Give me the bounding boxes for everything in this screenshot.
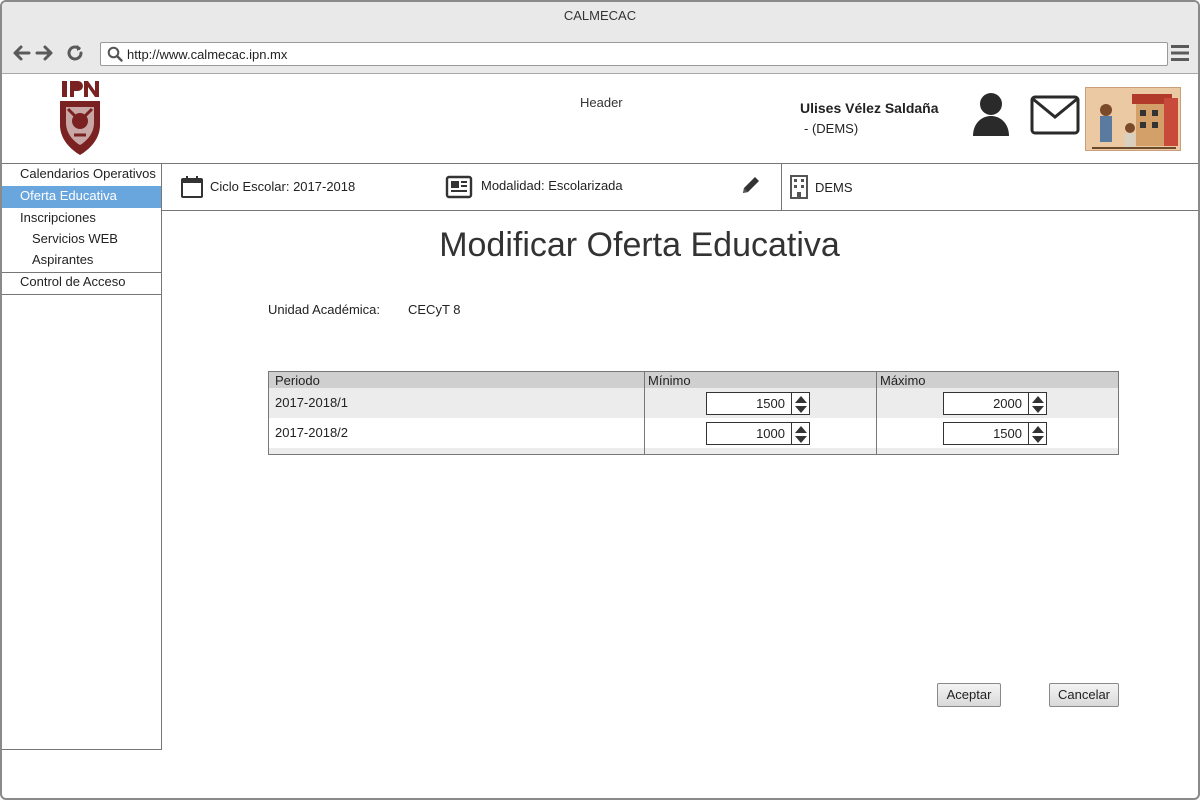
browser-window: CALMECAC Header Ulises Vélez Saldaña - <box>0 0 1200 800</box>
context-bar: Ciclo Escolar: 2017-2018 Modalidad: Esco… <box>162 164 1198 211</box>
page-header: Header Ulises Vélez Saldaña - (DEMS) <box>2 75 1198 164</box>
unidad-academica-label: Unidad Académica: <box>268 302 381 317</box>
page-title: Modificar Oferta Educativa <box>439 226 840 264</box>
user-icon[interactable] <box>970 91 1012 137</box>
arrow-left-icon[interactable] <box>10 42 32 64</box>
search-icon <box>107 46 123 62</box>
ipn-logo <box>60 81 100 155</box>
table-header: Periodo Mínimo Máximo <box>269 372 1118 388</box>
column-divider <box>644 372 645 454</box>
user-name: Ulises Vélez Saldaña <box>800 100 939 116</box>
maximo-stepper[interactable] <box>943 422 1047 445</box>
sidebar-item-control-de-acceso[interactable]: Control de Acceso <box>2 272 161 294</box>
table-row: 2017-2018/1 <box>269 388 1118 418</box>
sidebar-item-aspirantes[interactable]: Aspirantes <box>2 250 161 272</box>
dependencia: DEMS <box>815 180 853 195</box>
stepper-arrows-icon[interactable] <box>792 392 810 415</box>
mail-icon[interactable] <box>1030 95 1080 135</box>
codex-image <box>1085 87 1181 151</box>
hamburger-menu-icon[interactable] <box>1170 44 1190 62</box>
column-header-minimo: Mínimo <box>648 373 691 388</box>
ciclo-escolar: Ciclo Escolar: 2017-2018 <box>210 179 356 194</box>
column-header-maximo: Máximo <box>880 373 926 388</box>
header-placeholder: Header <box>580 95 623 110</box>
window-title: CALMECAC <box>2 2 1198 32</box>
pencil-icon[interactable] <box>740 174 762 196</box>
minimo-stepper[interactable] <box>706 422 810 445</box>
column-header-periodo: Periodo <box>275 373 320 388</box>
maximo-input[interactable] <box>943 392 1029 415</box>
column-divider <box>876 372 877 454</box>
table-row-empty <box>269 448 1118 454</box>
maximo-stepper[interactable] <box>943 392 1047 415</box>
sidebar-divider <box>2 294 161 295</box>
sidebar-item-servicios-web[interactable]: Servicios WEB <box>2 229 161 251</box>
accept-button[interactable]: Aceptar <box>937 683 1001 707</box>
infobar-divider <box>781 164 782 211</box>
newspaper-icon <box>445 175 473 199</box>
table-row: 2017-2018/2 <box>269 418 1118 448</box>
unidad-academica-value: CECyT 8 <box>408 302 461 317</box>
cancel-button[interactable]: Cancelar <box>1049 683 1119 707</box>
url-input[interactable] <box>127 45 1157 63</box>
minimo-stepper[interactable] <box>706 392 810 415</box>
calendar-icon <box>181 176 203 198</box>
url-bar[interactable] <box>100 42 1168 66</box>
arrow-right-icon[interactable] <box>34 42 56 64</box>
stepper-arrows-icon[interactable] <box>792 422 810 445</box>
minimo-input[interactable] <box>706 422 792 445</box>
sidebar-item-oferta-educativa[interactable]: Oferta Educativa <box>2 186 161 208</box>
user-dept: - (DEMS) <box>804 121 859 136</box>
reload-icon[interactable] <box>64 42 86 64</box>
browser-toolbar <box>2 32 1198 74</box>
stepper-arrows-icon[interactable] <box>1029 422 1047 445</box>
oferta-table: Periodo Mínimo Máximo 2017-2018/1 2017-2… <box>268 371 1119 455</box>
stepper-arrows-icon[interactable] <box>1029 392 1047 415</box>
minimo-input[interactable] <box>706 392 792 415</box>
sidebar-nav: Calendarios Operativos Oferta Educativa … <box>2 164 162 750</box>
periodo-cell: 2017-2018/2 <box>275 425 349 440</box>
periodo-cell: 2017-2018/1 <box>275 395 349 410</box>
building-icon <box>790 175 808 199</box>
modalidad: Modalidad: Escolarizada <box>481 178 623 193</box>
sidebar-item-inscripciones[interactable]: Inscripciones <box>2 208 161 230</box>
maximo-input[interactable] <box>943 422 1029 445</box>
sidebar-item-calendarios-operativos[interactable]: Calendarios Operativos <box>2 164 161 186</box>
